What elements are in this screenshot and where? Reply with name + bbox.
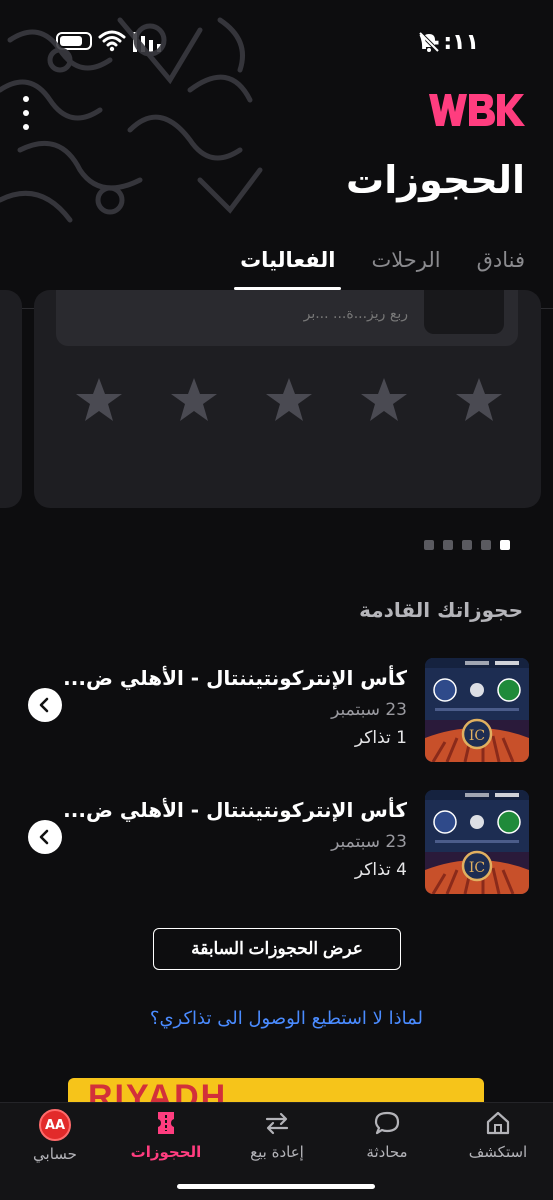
star-icon[interactable] xyxy=(74,376,124,424)
star-icon[interactable] xyxy=(169,376,219,424)
nav-label: إعادة بيع xyxy=(250,1143,304,1161)
home-icon xyxy=(486,1111,510,1135)
home-indicator[interactable] xyxy=(177,1184,375,1189)
booking-date: 23 سبتمبر xyxy=(331,700,407,720)
ticket-icon xyxy=(158,1112,174,1134)
ticket-access-help-link[interactable]: لماذا لا استطيع الوصول الى تذاكري؟ xyxy=(150,1008,423,1029)
carousel-dot[interactable] xyxy=(481,540,491,550)
event-thumbnail: IC xyxy=(425,790,529,894)
star-icon[interactable] xyxy=(264,376,314,424)
carousel-indicator xyxy=(424,540,510,550)
booking-title: كأس الإنتركونتيننتال - الأهلي ض... xyxy=(63,666,407,690)
nav-chat[interactable]: محادثة xyxy=(332,1109,442,1161)
svg-text:IC: IC xyxy=(469,728,485,744)
booking-title: كأس الإنتركونتيننتال - الأهلي ض... xyxy=(63,798,407,822)
tab-trips[interactable]: الرحلات xyxy=(371,248,440,290)
resale-icon xyxy=(265,1112,289,1135)
rating-card[interactable]: ربع ريز...ة... ...بر xyxy=(34,290,541,508)
booking-date: 23 سبتمبر xyxy=(331,832,407,852)
nav-label: محادثة xyxy=(366,1143,408,1161)
nav-label: حسابي xyxy=(33,1145,77,1163)
upcoming-bookings-title: حجوزاتك القادمة xyxy=(359,598,523,622)
chat-icon xyxy=(374,1111,400,1135)
chevron-left-icon xyxy=(39,697,49,713)
booking-item[interactable]: IC كأس الإنتركونتيننتال - الأهلي ض... 23… xyxy=(24,790,529,900)
tab-bar: الفعاليات الرحلات فنادق xyxy=(234,248,525,290)
open-booking-button[interactable] xyxy=(28,820,62,854)
rating-card-thumb xyxy=(424,290,504,334)
promo-banner[interactable]: RIYADH xyxy=(68,1078,484,1102)
nav-explore[interactable]: استكشف xyxy=(443,1109,553,1161)
nav-resale[interactable]: إعادة بيع xyxy=(222,1109,332,1161)
star-rating xyxy=(74,376,504,424)
star-icon[interactable] xyxy=(359,376,409,424)
svg-text:IC: IC xyxy=(469,860,485,876)
booking-item[interactable]: IC كأس الإنتركونتيننتال - الأهلي ض... 23… xyxy=(24,658,529,768)
tab-events[interactable]: الفعاليات xyxy=(234,248,342,290)
carousel-card-peek[interactable] xyxy=(0,290,22,508)
star-icon[interactable] xyxy=(454,376,504,424)
open-booking-button[interactable] xyxy=(28,688,62,722)
promo-text: RIYADH xyxy=(88,1078,228,1102)
avatar: AA xyxy=(39,1109,71,1141)
decorative-pattern xyxy=(0,17,263,223)
nav-label: استكشف xyxy=(468,1143,528,1161)
view-previous-bookings-button[interactable]: عرض الحجوزات السابقة xyxy=(153,928,401,970)
page-header: الحجوزات الفعاليات الرحلات فنادق xyxy=(0,0,553,310)
nav-bookings[interactable]: الحجوزات xyxy=(111,1109,221,1161)
tab-hotels[interactable]: فنادق xyxy=(477,248,525,290)
nav-label: الحجوزات xyxy=(130,1143,202,1161)
rating-card-text: ربع ريز...ة... ...بر xyxy=(303,306,408,322)
booking-tickets: 4 تذاكر xyxy=(354,860,407,880)
carousel-dot[interactable] xyxy=(462,540,472,550)
more-options-button[interactable] xyxy=(16,96,36,130)
rating-card-header: ربع ريز...ة... ...بر xyxy=(56,290,518,346)
page-title: الحجوزات xyxy=(346,158,525,202)
carousel-dot[interactable] xyxy=(424,540,434,550)
chevron-left-icon xyxy=(39,829,49,845)
carousel-dot[interactable] xyxy=(443,540,453,550)
wbk-logo xyxy=(429,94,525,126)
carousel-dot-active[interactable] xyxy=(500,540,510,550)
booking-tickets: 1 تذاكر xyxy=(354,728,407,748)
event-thumbnail: IC xyxy=(425,658,529,762)
nav-account[interactable]: AA حسابي xyxy=(0,1109,110,1163)
